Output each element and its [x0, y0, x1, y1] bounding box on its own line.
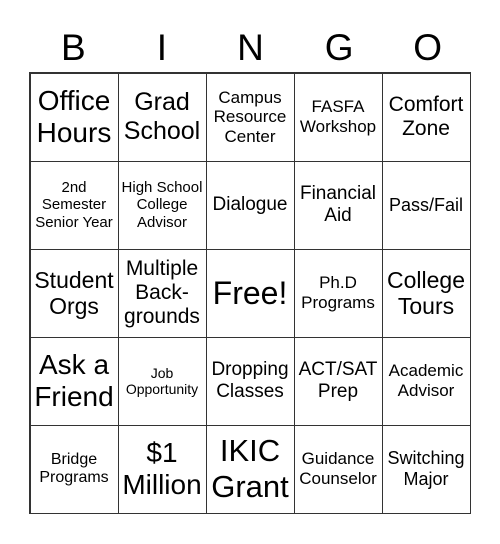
bingo-cell[interactable]: $1 Million	[117, 424, 207, 514]
header-letter-o: O	[413, 27, 443, 68]
bingo-cell[interactable]: Student Orgs	[29, 248, 119, 338]
bingo-cell[interactable]: Guidance Counselor	[293, 424, 383, 514]
cell-label: Ph.D Programs	[301, 273, 375, 312]
cell-label: Bridge Programs	[39, 450, 109, 486]
bingo-cell[interactable]: College Tours	[381, 248, 471, 338]
bingo-cell[interactable]: IKIC Grant	[205, 424, 295, 514]
bingo-cell[interactable]: Ph.D Programs	[293, 248, 383, 338]
bingo-cell[interactable]: Dialogue	[205, 160, 295, 250]
cell-label: ACT/SAT Prep	[298, 359, 378, 402]
free-cell[interactable]: Free!	[205, 248, 295, 338]
cell-label: Switching Major	[387, 448, 465, 489]
bingo-cell[interactable]: Pass/Fail	[381, 160, 471, 250]
bingo-cell[interactable]: Dropping Classes	[205, 336, 295, 426]
bingo-cell[interactable]: High School College Advisor	[117, 160, 207, 250]
bingo-cell[interactable]: Ask a Friend	[29, 336, 119, 426]
cell-label: Ask a Friend	[34, 348, 114, 412]
bingo-cell[interactable]: Comfort Zone	[381, 72, 471, 162]
cell-label: Guidance Counselor	[299, 449, 377, 488]
bingo-cell[interactable]: Grad School	[117, 72, 207, 162]
header-letter-b: B	[60, 27, 86, 68]
cell-label: IKIC Grant	[211, 433, 289, 504]
cell-label: Student Orgs	[34, 266, 114, 319]
cell-label: Free!	[212, 274, 288, 311]
bingo-cell[interactable]: Campus Resource Center	[205, 72, 295, 162]
cell-label: Academic Advisor	[388, 361, 464, 400]
cell-label: Job Opportunity	[125, 364, 199, 397]
cell-label: Pass/Fail	[388, 194, 464, 215]
cell-label: Dropping Classes	[211, 359, 289, 402]
cell-label: Financial Aid	[299, 183, 377, 226]
cell-label: Office Hours	[36, 84, 112, 148]
bingo-cell[interactable]: Financial Aid	[293, 160, 383, 250]
bingo-grid: Office Hours Grad School Campus Resource…	[29, 72, 471, 514]
bingo-cell[interactable]: FASFA Workshop	[293, 72, 383, 162]
header-letter-g: G	[324, 27, 354, 68]
bingo-cell[interactable]: Job Opportunity	[117, 336, 207, 426]
cell-label: Dialogue	[212, 194, 288, 216]
bingo-cell[interactable]: Academic Advisor	[381, 336, 471, 426]
bingo-cell[interactable]: Multiple Back-grounds	[117, 248, 207, 338]
bingo-cell[interactable]: Office Hours	[29, 72, 119, 162]
header-letter-n: N	[237, 27, 264, 68]
bingo-cell[interactable]: Switching Major	[381, 424, 471, 514]
bingo-header: B I N G O	[29, 26, 472, 70]
header-letter-i: I	[156, 27, 168, 68]
bingo-cell[interactable]: Bridge Programs	[29, 424, 119, 514]
cell-label: College Tours	[387, 266, 465, 319]
cell-label: Comfort Zone	[388, 92, 464, 140]
bingo-cell[interactable]: 2nd Semester Senior Year	[29, 160, 119, 250]
cell-label: Multiple Back-grounds	[124, 256, 200, 329]
cell-label: FASFA Workshop	[299, 97, 377, 136]
bingo-cell[interactable]: ACT/SAT Prep	[293, 336, 383, 426]
cell-label: 2nd Semester Senior Year	[35, 179, 113, 231]
cell-label: Campus Resource Center	[213, 87, 287, 146]
cell-label: High School College Advisor	[121, 179, 203, 231]
cell-label: $1 Million	[122, 436, 202, 500]
cell-label: Grad School	[123, 88, 201, 145]
